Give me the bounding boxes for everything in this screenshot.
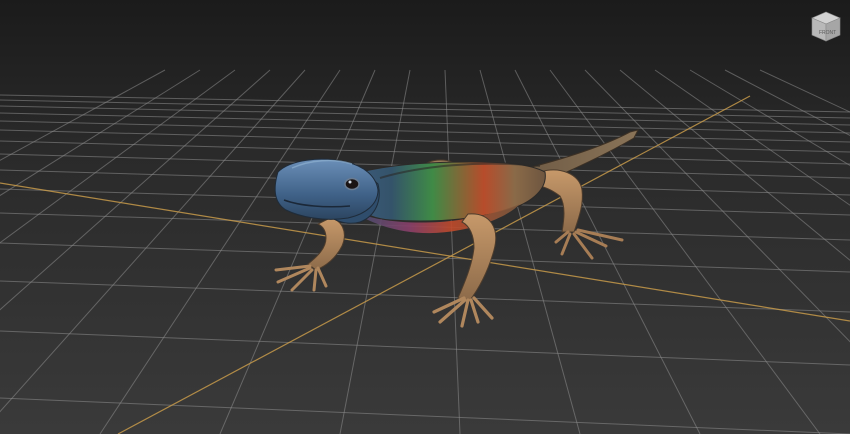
viewcube-icon[interactable]: FRONT	[808, 8, 844, 44]
world-axes	[0, 95, 850, 434]
3d-viewport[interactable]: FRONT	[0, 0, 850, 434]
eye-highlight	[348, 180, 352, 184]
front-right-foot	[432, 296, 494, 328]
back-right-foot	[554, 228, 624, 260]
viewcube-face-label: FRONT	[819, 30, 836, 36]
lizard-head	[274, 158, 379, 220]
scene-canvas[interactable]	[0, 0, 850, 434]
lizard-eye	[344, 177, 360, 191]
front-left-foot	[274, 264, 328, 292]
front-left-leg	[307, 217, 345, 271]
lizard-model[interactable]	[274, 129, 639, 328]
